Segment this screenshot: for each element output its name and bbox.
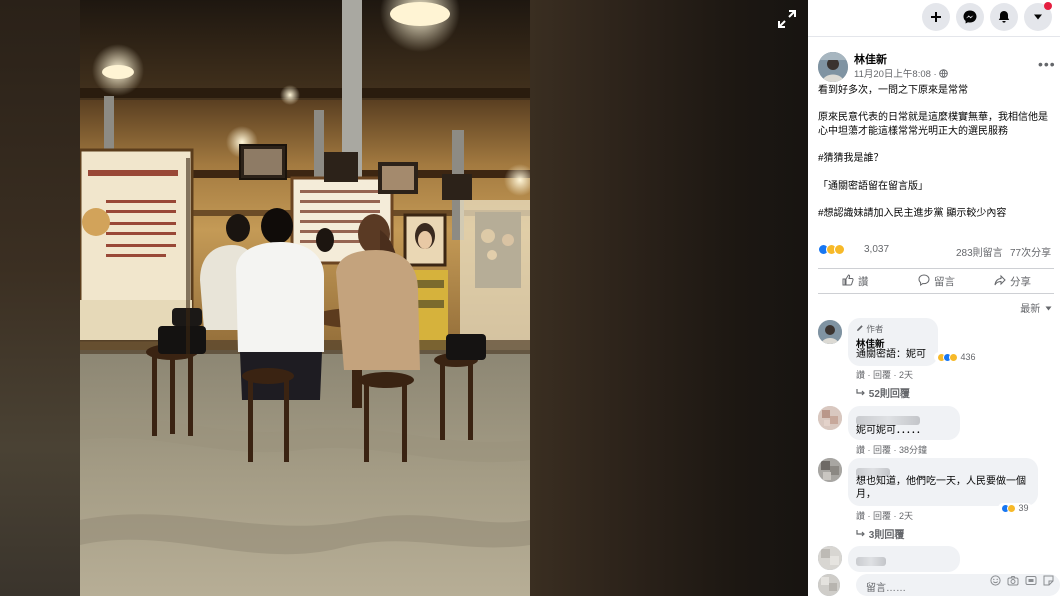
photo-viewer[interactable]	[0, 0, 808, 596]
photo-blurred-backdrop-left	[0, 0, 80, 596]
photo-blurred-backdrop-right	[530, 0, 808, 596]
post-date[interactable]: 11月20日上午8:08 ·	[854, 69, 939, 80]
commenter-avatar[interactable]	[818, 320, 842, 344]
share-label: 分享	[1010, 276, 1031, 288]
wow-reaction-icon	[834, 244, 845, 255]
commenter-avatar-blurred[interactable]	[818, 546, 842, 570]
reply-arrow-icon	[856, 389, 866, 400]
comment-text: 想也知道，他們吃一天，人民要做一個月，	[856, 476, 1026, 500]
comment-time[interactable]: 2天	[899, 370, 913, 380]
comment-button[interactable]: 留言	[918, 274, 955, 289]
post-hashtag[interactable]: #猜猜我是誰？	[818, 152, 1054, 166]
messenger-icon[interactable]	[956, 3, 984, 31]
comment-time[interactable]: 38分鐘	[899, 445, 927, 455]
comment-reply-link[interactable]: 回覆	[873, 370, 891, 380]
notifications-bell-icon[interactable]	[990, 3, 1018, 31]
comment-reaction-count: 436	[960, 352, 976, 362]
post-hashtag-see-less[interactable]: #想認識妹請加入民主進步黨 顯示較少內容	[818, 207, 1054, 221]
comment-like-link[interactable]: 讚	[856, 445, 865, 455]
commenter-avatar-blurred[interactable]	[818, 458, 842, 482]
fullscreen-expand-icon[interactable]	[776, 8, 798, 30]
post-text-line: 看到好多次，一問之下原來是常常	[818, 85, 968, 96]
share-arrow-icon	[994, 274, 1006, 289]
composer-tools	[990, 575, 1054, 589]
comment-reactions[interactable]: 39	[998, 503, 1032, 514]
comment-reaction-count: 39	[1018, 503, 1029, 513]
comment-meta: 讚 · 回覆 · 2天	[856, 370, 914, 380]
post-photo	[80, 0, 530, 596]
sticker-icon[interactable]	[1043, 575, 1054, 589]
comment-author-name-blurred[interactable]	[856, 553, 886, 571]
reactions-summary: 3,037 283則留言 77次分享	[818, 242, 1054, 260]
post-header: 林佳新 11月20日上午8:08 · •••	[818, 50, 1056, 84]
globe-icon	[939, 69, 949, 81]
comment-reactions[interactable]: 436	[934, 352, 979, 363]
author-badge-label: 作者	[866, 324, 884, 334]
comment-like-link[interactable]: 讚	[856, 370, 865, 380]
comment-count[interactable]: 283則留言	[956, 244, 1003, 259]
post-timestamp[interactable]: 11月20日上午8:08 ·	[854, 66, 949, 81]
comment-time[interactable]: 2天	[899, 511, 913, 521]
more-options-icon[interactable]: •••	[1038, 56, 1056, 72]
comment-bubble: 想也知道，他們吃一天，人民要做一個月，	[848, 458, 1038, 506]
post-actions: 讚 留言 分享	[818, 268, 1054, 294]
comment-reply-link[interactable]: 回覆	[873, 445, 891, 455]
reaction-count[interactable]: 3,037	[864, 244, 889, 255]
thumbs-up-icon	[842, 274, 854, 289]
restaurant-scene	[80, 0, 530, 596]
top-navigation	[808, 0, 1060, 32]
comment-input-placeholder: 留言……	[866, 583, 906, 594]
comment-bubble	[848, 546, 960, 572]
like-label: 讚	[858, 276, 869, 288]
pencil-icon	[856, 324, 864, 334]
author-badge: 作者	[856, 323, 883, 335]
author-name[interactable]: 林佳新	[854, 51, 887, 67]
share-button[interactable]: 分享	[994, 274, 1031, 289]
caret-down-icon	[1045, 303, 1052, 314]
view-replies-link[interactable]: 52則回覆	[856, 385, 910, 400]
topbar-divider	[808, 36, 1060, 37]
notification-dot	[1044, 2, 1052, 10]
comment-sort-dropdown[interactable]: 最新	[1020, 300, 1052, 315]
comment-meta: 讚 · 回覆 · 38分鐘	[856, 445, 928, 455]
sort-label: 最新	[1020, 304, 1041, 315]
emoji-icon[interactable]	[990, 575, 1001, 589]
like-button[interactable]: 讚	[842, 274, 869, 289]
author-avatar[interactable]	[818, 52, 848, 82]
create-plus-icon[interactable]	[922, 3, 950, 31]
replies-count: 3則回覆	[868, 530, 905, 541]
reaction-icons[interactable]	[818, 244, 845, 255]
post-details-pane: 林佳新 11月20日上午8:08 · ••• 看到好多次，一問之下原來是常常 原…	[808, 0, 1060, 596]
commenter-avatar-blurred[interactable]	[818, 406, 842, 430]
comment-text: 通關密語：妮可	[856, 349, 926, 360]
post-text-line: 「通關密語留在留言版」	[818, 181, 928, 192]
post-text-paragraph: 原來民意代表的日常就是這麼樸實無華，我相信他是心中坦蕩才能這樣常常光明正大的選民…	[818, 112, 1048, 137]
comment-label: 留言	[934, 276, 955, 288]
comment-bubble-icon	[918, 274, 930, 289]
comment-text: 妮可妮可．．．．．	[856, 425, 926, 436]
gif-icon[interactable]	[1025, 575, 1037, 589]
replies-count: 52則回覆	[868, 389, 910, 400]
share-count[interactable]: 77次分享	[1010, 244, 1051, 259]
comment-reply-link[interactable]: 回覆	[873, 511, 891, 521]
comment-meta: 讚 · 回覆 · 2天	[856, 511, 914, 521]
current-user-avatar-blurred[interactable]	[818, 574, 840, 596]
reply-arrow-icon	[856, 530, 866, 541]
comment-bubble: 作者 林佳新 通關密語：妮可	[848, 318, 938, 366]
comment-bubble: 妮可妮可．．．．．	[848, 406, 960, 440]
camera-icon[interactable]	[1007, 575, 1019, 589]
comment-like-link[interactable]: 讚	[856, 511, 865, 521]
comment-composer: 留言……	[818, 572, 1060, 596]
view-replies-link[interactable]: 3則回覆	[856, 526, 904, 541]
